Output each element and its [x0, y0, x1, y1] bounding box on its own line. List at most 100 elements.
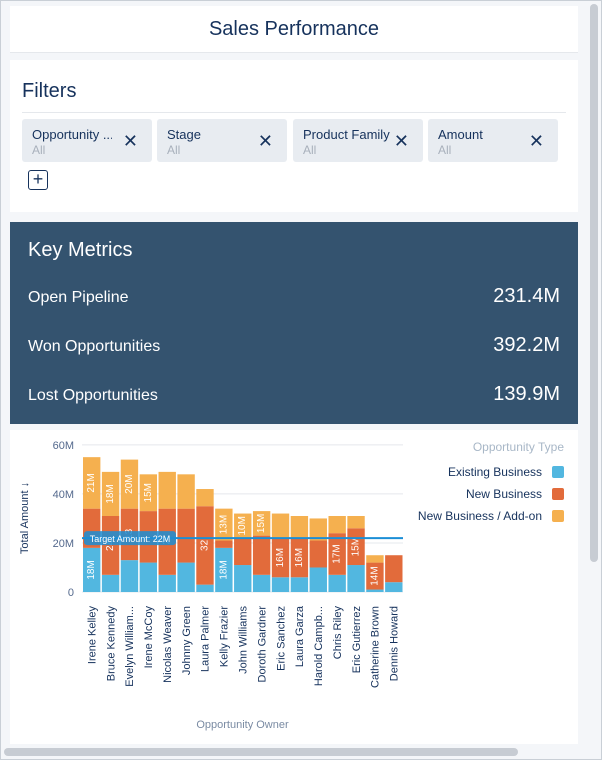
x-tick-label: Eric Sanchez — [275, 606, 287, 671]
bar-data-label: 21M — [86, 473, 97, 492]
bar-data-label: 17M — [332, 544, 343, 563]
x-tick-label: Eric Gutierrez — [351, 606, 363, 673]
bar-segment — [328, 516, 346, 534]
filter-label: Opportunity ... — [32, 127, 112, 142]
filter-chip-product-family[interactable]: Product Family All ✕ — [293, 119, 423, 162]
bar-segment — [177, 474, 195, 509]
bar-data-label: 10M — [237, 516, 248, 535]
filters-divider — [22, 112, 566, 113]
clear-filter-icon[interactable]: ✕ — [123, 132, 138, 150]
metric-value: 231.4M — [493, 285, 560, 307]
bar-data-label: 13M — [218, 515, 229, 534]
metric-label: Lost Opportunities — [28, 387, 158, 404]
x-tick-label: Irene McCoy — [143, 606, 155, 669]
bar-data-label: 16M — [275, 548, 286, 567]
bar-segment — [271, 513, 290, 539]
legend-item-label: New Business — [466, 487, 542, 501]
metric-lost-opportunities: Lost Opportunities 139.9M — [28, 383, 560, 413]
legend-title: Opportunity Type — [473, 440, 564, 454]
filter-label: Stage — [167, 127, 201, 142]
bar-segment — [290, 516, 309, 539]
x-tick-label: Bruce Kennedy — [105, 606, 117, 682]
x-tick-label: Kelly Frazier — [219, 606, 231, 667]
filter-value: All — [32, 143, 46, 157]
y-tick-label: 0 — [68, 587, 74, 599]
bar-segment — [271, 577, 290, 592]
filter-chip-stage[interactable]: Stage All ✕ — [157, 119, 287, 162]
bar-data-label: 20M — [124, 474, 135, 493]
bar-segment — [177, 562, 195, 592]
metric-label: Won Opportunities — [28, 338, 161, 355]
vertical-scrollbar[interactable] — [590, 4, 598, 562]
bar-segment — [366, 589, 384, 592]
bar-segment — [309, 540, 327, 568]
bar-data-label: 18M — [218, 560, 229, 579]
filter-value: All — [438, 143, 452, 157]
metric-won-opportunities: Won Opportunities 392.2M — [28, 334, 560, 364]
bar-segment — [385, 582, 403, 592]
bar-data-label: 32 — [199, 539, 210, 551]
clear-filter-icon[interactable]: ✕ — [529, 132, 544, 150]
legend-item-label: New Business / Add-on — [418, 509, 542, 523]
x-tick-label: Chris Riley — [332, 606, 344, 660]
x-tick-label: Laura Garza — [294, 605, 306, 667]
bar-segment — [215, 540, 233, 548]
legend-swatch — [552, 510, 564, 522]
y-tick-label: 20M — [53, 538, 74, 550]
filters-panel: Filters Opportunity ... All ✕ Stage All … — [10, 60, 578, 212]
filter-label: Amount — [438, 127, 483, 142]
bar-segment — [347, 516, 365, 529]
bar-segment — [101, 574, 120, 592]
bar-segment — [328, 574, 346, 592]
bar-data-label: 15M — [256, 514, 267, 533]
add-filter-button[interactable]: + — [28, 170, 48, 190]
dashboard-header: Sales Performance — [10, 6, 578, 53]
x-tick-label: Laura Palmer — [200, 606, 212, 672]
bar-segment — [252, 574, 271, 592]
x-tick-label: Catherine Brown — [370, 606, 382, 688]
bar-segment — [252, 535, 271, 575]
bar-data-label: 16M — [294, 548, 305, 567]
x-tick-label: Doroth Gardner — [256, 606, 268, 683]
dashboard-title: Sales Performance — [208, 17, 380, 40]
bar-segment — [366, 555, 384, 563]
bar-segment — [309, 567, 327, 592]
filter-chip-opportunity[interactable]: Opportunity ... All ✕ — [22, 119, 152, 162]
stacked-bar-chart[interactable]: 60M 40M 20M 0 Total Amount ↓ 18M 21M Irene Kell… — [10, 430, 578, 744]
bar-data-label: 18M — [86, 560, 97, 579]
bar-segment — [196, 584, 214, 592]
filters-title: Filters — [22, 80, 77, 102]
x-tick-label: Evelyn William... — [124, 606, 136, 687]
bar-segment — [347, 565, 365, 592]
metric-value: 139.9M — [493, 383, 560, 405]
bar-segment — [196, 489, 214, 507]
legend-swatch — [552, 488, 564, 500]
horizontal-scrollbar[interactable] — [4, 748, 518, 756]
legend-swatch — [552, 466, 564, 478]
filter-label: Product Family — [303, 127, 390, 142]
filter-chip-amount[interactable]: Amount All ✕ — [428, 119, 558, 162]
bar-segment — [177, 508, 195, 563]
clear-filter-icon[interactable]: ✕ — [258, 132, 273, 150]
bar-segment — [385, 555, 403, 583]
key-metrics-title: Key Metrics — [28, 239, 133, 261]
metric-value: 392.2M — [493, 334, 560, 356]
clear-filter-icon[interactable]: ✕ — [394, 132, 409, 150]
key-metrics-panel: Key Metrics Open Pipeline 231.4M Won Opp… — [10, 222, 578, 424]
bar-segment — [139, 562, 158, 592]
x-tick-label: John Williams — [238, 606, 250, 674]
bar-segment — [234, 538, 252, 566]
bar-segment — [290, 577, 309, 592]
bar-data-label: 15M — [143, 483, 154, 502]
legend-item-label: Existing Business — [448, 465, 542, 479]
y-axis-label: Total Amount ↓ — [19, 482, 31, 554]
filter-value: All — [303, 143, 317, 157]
bar-segment — [158, 471, 176, 509]
bar-segment — [120, 560, 139, 592]
metric-label: Open Pipeline — [28, 289, 129, 306]
bar-data-label: 18M — [105, 484, 116, 503]
x-tick-label: Johnny Green — [181, 606, 193, 675]
metric-open-pipeline: Open Pipeline 231.4M — [28, 285, 560, 315]
x-tick-label: Dennis Howard — [389, 606, 401, 681]
x-tick-label: Nicolas Weaver — [162, 606, 174, 683]
